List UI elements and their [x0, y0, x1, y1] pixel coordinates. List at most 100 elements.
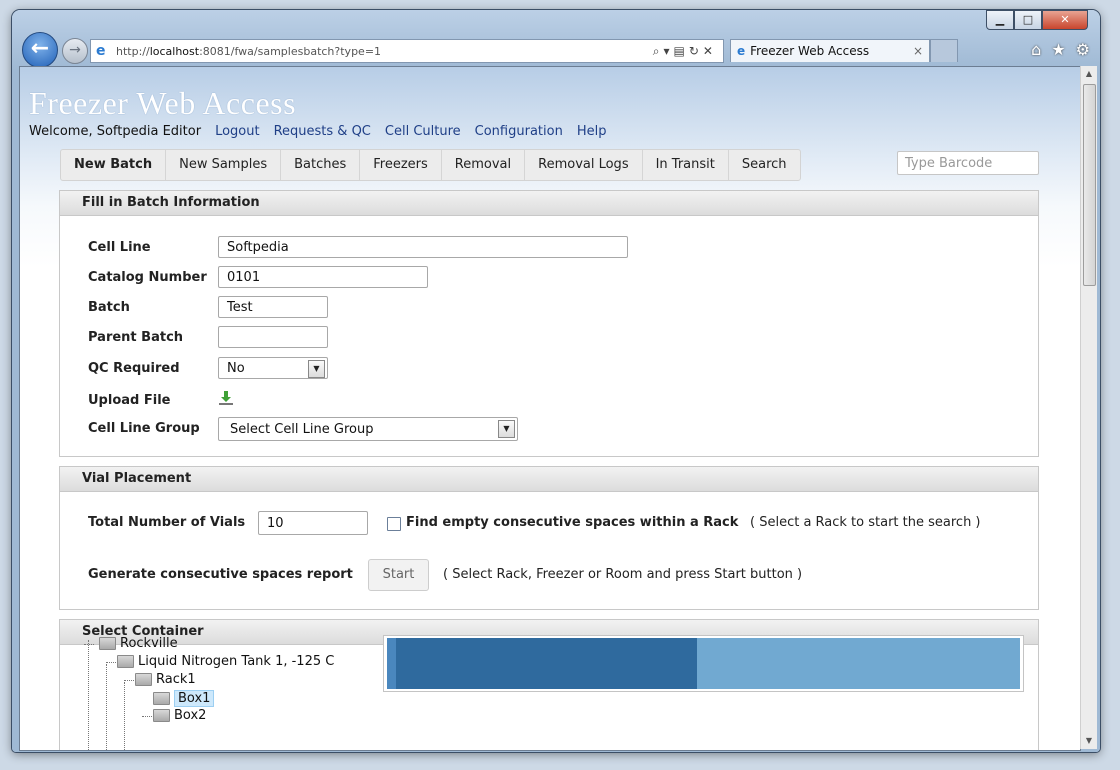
tree-guide-line	[84, 644, 94, 645]
cell-line-group-value: Select Cell Line Group	[230, 422, 374, 437]
tree-node-label: Rockville	[120, 636, 178, 651]
capacity-bar-edge	[387, 638, 396, 689]
menu-in-transit[interactable]: In Transit	[643, 150, 729, 180]
find-empty-checkbox[interactable]	[387, 517, 401, 531]
tree-node-rack1[interactable]: Rack1	[135, 672, 196, 687]
vial-placement-panel: Vial Placement Total Number of Vials 10 …	[59, 466, 1039, 610]
capacity-used-fill	[387, 638, 697, 689]
batch-info-header: Fill in Batch Information	[60, 191, 1038, 216]
box-icon	[153, 709, 170, 722]
qc-required-label: QC Required	[88, 361, 180, 376]
parent-batch-label: Parent Batch	[88, 330, 184, 345]
home-icon[interactable]: ⌂	[1031, 40, 1041, 59]
scroll-down-icon[interactable]: ▼	[1081, 733, 1097, 749]
window-controls: ▁ □ ✕	[986, 10, 1088, 30]
total-vials-input[interactable]: 10	[258, 511, 368, 535]
catalog-number-input[interactable]: 0101	[218, 266, 428, 288]
menu-removal-logs[interactable]: Removal Logs	[525, 150, 643, 180]
address-tools-icon[interactable]: ⌕▾▤↻✕	[653, 44, 717, 59]
browser-window: ▁ □ ✕ ← → e http://localhost:8081/fwa/sa…	[12, 10, 1100, 752]
tree-guide-line	[142, 716, 152, 717]
scroll-thumb[interactable]	[1083, 84, 1096, 286]
browser-tab[interactable]: e Freezer Web Access ×	[730, 39, 930, 62]
upload-file-label: Upload File	[88, 393, 171, 408]
new-tab-button[interactable]	[930, 39, 958, 62]
app-title: Freezer Web Access	[29, 85, 297, 121]
browser-tools: ⌂ ★ ⚙	[1031, 40, 1090, 59]
menu-search[interactable]: Search	[729, 150, 800, 180]
page: Freezer Web Access Welcome, Softpedia Ed…	[20, 67, 1080, 750]
cell-line-input[interactable]: Softpedia	[218, 236, 628, 258]
page-viewport: Freezer Web Access Welcome, Softpedia Ed…	[19, 66, 1081, 751]
favorites-star-icon[interactable]: ★	[1051, 40, 1065, 59]
maximize-icon[interactable]: □	[1014, 10, 1042, 30]
scroll-up-icon[interactable]: ▲	[1081, 66, 1097, 82]
total-vials-label: Total Number of Vials	[88, 515, 246, 530]
ie-icon: e	[96, 43, 106, 59]
tree-guide-line	[124, 682, 125, 750]
container-capacity-bar	[383, 635, 1024, 692]
user-bar: Welcome, Softpedia Editor Logout Request…	[29, 124, 606, 139]
tree-guide-line	[106, 664, 107, 750]
address-url[interactable]: http://localhost:8081/fwa/samplesbatch?t…	[116, 45, 653, 58]
find-empty-hint: ( Select a Rack to start the search )	[750, 515, 981, 530]
barcode-input[interactable]: Type Barcode	[897, 151, 1039, 175]
url-scheme: http://	[116, 44, 150, 58]
tree-node-box2[interactable]: Box2	[153, 708, 206, 723]
help-link[interactable]: Help	[577, 124, 607, 139]
report-hint: ( Select Rack, Freezer or Room and press…	[443, 567, 803, 582]
cell-line-group-select[interactable]: Select Cell Line Group ▼	[218, 417, 518, 441]
url-host: localhost	[149, 44, 200, 58]
folder-icon	[99, 637, 116, 650]
forward-button[interactable]: →	[62, 38, 88, 64]
tab-title: Freezer Web Access	[750, 44, 870, 58]
configuration-link[interactable]: Configuration	[475, 124, 563, 139]
menu-freezers[interactable]: Freezers	[360, 150, 442, 180]
menu-new-batch[interactable]: New Batch	[61, 150, 167, 180]
qc-required-select[interactable]: No ▼	[218, 357, 328, 379]
tree-guide-line	[106, 662, 116, 663]
tab-ie-icon: e	[737, 44, 746, 58]
catalog-number-label: Catalog Number	[88, 270, 207, 285]
chevron-down-icon: ▼	[498, 420, 515, 438]
select-container-panel: Select Container Rockville Liquid Nitrog…	[59, 619, 1039, 750]
gear-icon[interactable]: ⚙	[1076, 40, 1090, 59]
requests-qc-link[interactable]: Requests & QC	[274, 124, 371, 139]
tree-guide-line	[88, 640, 89, 750]
chevron-down-icon: ▼	[308, 360, 325, 378]
close-icon[interactable]: ✕	[1042, 10, 1088, 30]
tree-node-box1[interactable]: Box1	[153, 690, 215, 707]
vial-placement-header: Vial Placement	[60, 467, 1038, 492]
menu-batches[interactable]: Batches	[281, 150, 361, 180]
parent-batch-input[interactable]	[218, 326, 328, 348]
find-empty-label: Find empty consecutive spaces within a R…	[406, 515, 739, 530]
minimize-icon[interactable]: ▁	[986, 10, 1014, 30]
tab-close-icon[interactable]: ×	[913, 44, 923, 58]
menu-removal[interactable]: Removal	[442, 150, 526, 180]
tree-node-tank[interactable]: Liquid Nitrogen Tank 1, -125 C	[117, 654, 334, 669]
main-menu: New Batch New Samples Batches Freezers R…	[60, 149, 801, 181]
folder-icon	[117, 655, 134, 668]
welcome-text: Welcome, Softpedia Editor	[29, 124, 202, 139]
batch-label: Batch	[88, 300, 130, 315]
logout-link[interactable]: Logout	[215, 124, 260, 139]
cell-culture-link[interactable]: Cell Culture	[385, 124, 461, 139]
tree-node-label: Box1	[174, 690, 215, 707]
back-button[interactable]: ←	[22, 32, 58, 68]
tree-node-label: Rack1	[156, 672, 196, 687]
qc-required-value: No	[227, 361, 245, 376]
address-bar[interactable]: e http://localhost:8081/fwa/samplesbatch…	[90, 39, 724, 63]
tree-node-rockville[interactable]: Rockville	[99, 636, 178, 651]
vertical-scrollbar[interactable]: ▲ ▼	[1080, 66, 1097, 749]
tree-node-label: Box2	[174, 708, 207, 723]
menu-new-samples[interactable]: New Samples	[166, 150, 282, 180]
cell-line-group-label: Cell Line Group	[88, 421, 200, 436]
cell-line-label: Cell Line	[88, 240, 151, 255]
upload-icon[interactable]	[218, 390, 234, 406]
box-icon	[153, 692, 170, 705]
start-button[interactable]: Start	[368, 559, 429, 591]
folder-icon	[135, 673, 152, 686]
url-path: :8081/fwa/samplesbatch?type=1	[199, 44, 382, 58]
batch-info-panel: Fill in Batch Information Cell Line Soft…	[59, 190, 1039, 457]
batch-input[interactable]: Test	[218, 296, 328, 318]
